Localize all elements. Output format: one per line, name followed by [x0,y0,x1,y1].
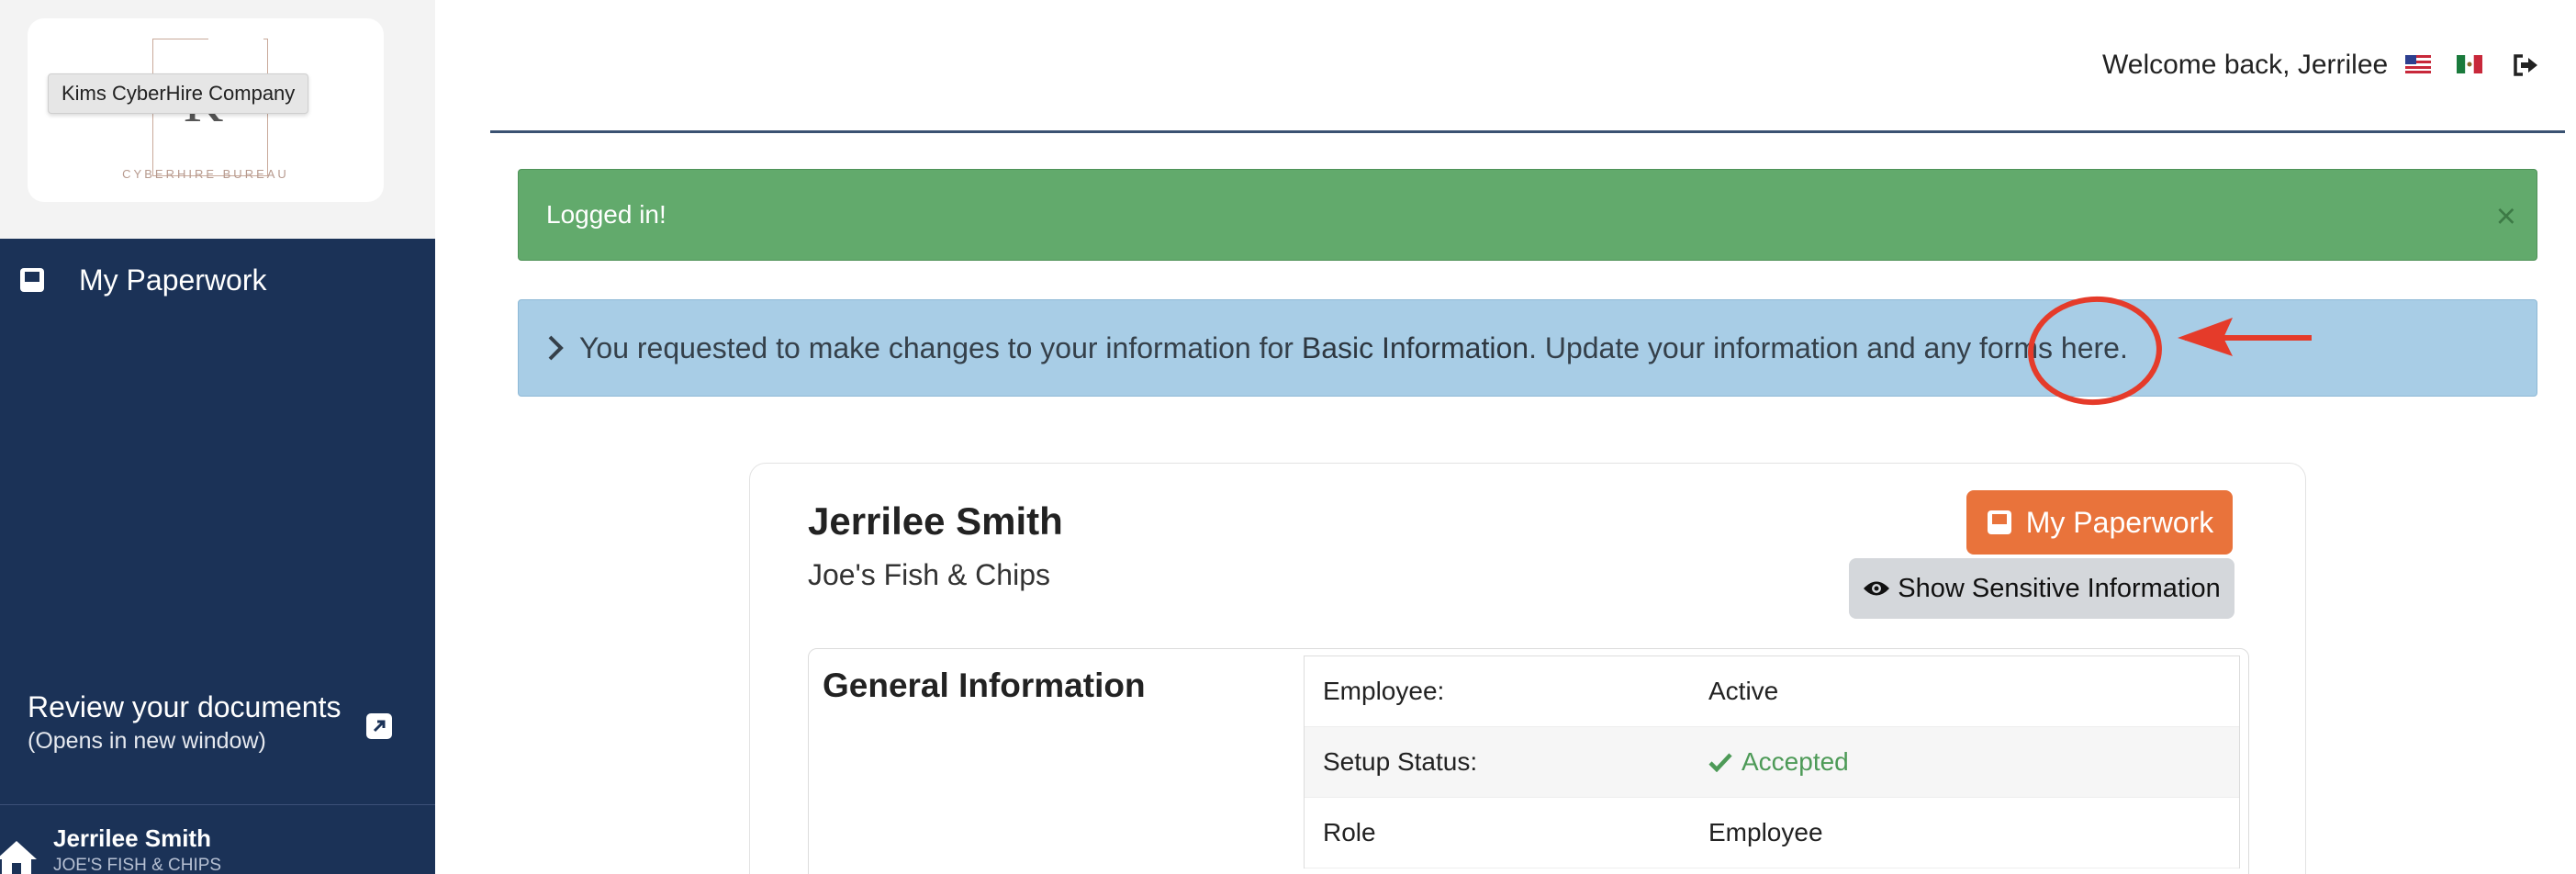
general-info-table: Employee: Active Setup Status: Accepted … [1304,656,2240,868]
info-alert-prefix: You requested to make changes to your in… [579,331,1294,364]
sidebar-item-my-paperwork[interactable]: My Paperwork [0,248,435,312]
logo-subtitle: CYBERHIRE BUREAU [122,167,289,181]
row-label: Setup Status: [1323,747,1478,776]
status-value: Accepted [1742,747,1849,776]
logo-area: K CYBERHIRE BUREAU Kims CyberHire Compan… [0,0,435,239]
row-value: Active [1708,677,1779,705]
info-alert: You requested to make changes to your in… [518,299,2537,397]
home-icon [0,841,37,874]
row-label: Employee: [1323,677,1445,705]
table-row: Role Employee [1305,798,2239,868]
table-row: Employee: Active [1305,656,2239,727]
inbox-icon [20,268,44,292]
mexico-flag-icon[interactable] [2457,55,2482,73]
my-paperwork-button[interactable]: My Paperwork [1966,490,2233,555]
user-company: JOE'S FISH & CHIPS [53,856,222,874]
us-flag-icon[interactable] [2405,55,2431,73]
sidebar: K CYBERHIRE BUREAU Kims CyberHire Compan… [0,0,435,874]
sidebar-item-label: My Paperwork [79,263,267,297]
row-label: Role [1323,818,1376,846]
general-info-title: General Information [823,667,1146,704]
success-alert: Logged in! × [518,169,2537,261]
user-name: Jerrilee Smith [53,824,211,852]
my-paperwork-button-label: My Paperwork [2025,505,2214,539]
external-link-icon [366,713,392,739]
update-here-link[interactable]: here [2061,331,2120,365]
sidebar-divider [0,804,435,805]
row-value-status: Accepted [1708,747,2239,777]
employee-company: Joe's Fish & Chips [808,558,1050,591]
header-divider [490,130,2565,133]
show-sensitive-button-label: Show Sensitive Information [1898,573,2221,603]
row-value: Employee [1708,818,1823,846]
table-row: Setup Status: Accepted [1305,727,2239,798]
review-documents-link[interactable]: Review your documents (Opens in new wind… [28,690,413,755]
chevron-right-icon [548,335,564,361]
info-alert-middle: . Update your information and any forms [1529,331,2054,364]
show-sensitive-button[interactable]: Show Sensitive Information [1849,558,2234,619]
info-alert-section: Basic Information [1301,331,1529,364]
sign-out-icon[interactable] [2512,53,2539,77]
employee-name: Jerrilee Smith [808,499,1063,543]
inbox-icon [1987,510,2011,534]
success-alert-text: Logged in! [546,200,666,229]
close-icon[interactable]: × [2496,197,2516,237]
user-profile[interactable]: Jerrilee Smith JOE'S FISH & CHIPS [0,821,435,874]
welcome-text: Welcome back, Jerrilee [2102,50,2389,80]
info-alert-suffix: . [2119,331,2128,364]
check-icon [1708,753,1732,772]
logo-tooltip: Kims CyberHire Company [48,73,309,114]
review-title: Review your documents [28,690,342,723]
eye-icon [1864,581,1890,596]
review-subtitle: (Opens in new window) [28,728,266,754]
